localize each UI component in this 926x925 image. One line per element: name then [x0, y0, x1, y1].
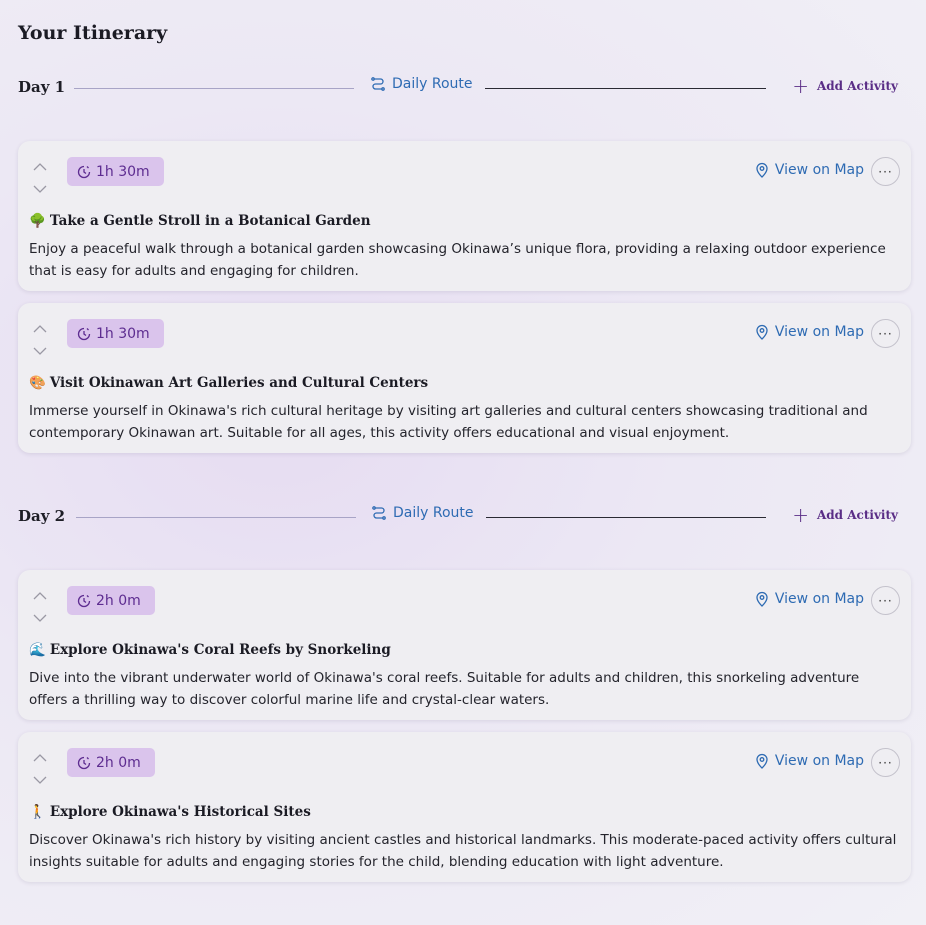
activity-title: 🌳 Take a Gentle Stroll in a Botanical Gar… — [29, 213, 371, 229]
map-pin-icon — [756, 753, 768, 769]
duration-badge: 2h 0m — [67, 586, 155, 615]
view-on-map-label: View on Map — [774, 162, 864, 178]
day-label: Day 1 — [18, 78, 66, 96]
clock-icon — [77, 327, 91, 340]
map-pin-icon — [756, 591, 768, 607]
duration-label: 2h 0m — [96, 754, 141, 771]
more-options-icon[interactable]: ··· — [871, 157, 900, 186]
activity-title: 🎨 Visit Okinawan Art Galleries and Cultur… — [29, 375, 428, 391]
duration-badge: 1h 30m — [67, 319, 164, 348]
reorder-controls — [33, 318, 49, 360]
activity-title: 🌊 Explore Okinawa's Coral Reefs by Snorke… — [29, 642, 391, 658]
route-icon — [371, 77, 385, 91]
activity-card: 2h 0m View on Map ··· 🚶 Explore Okinawa's… — [18, 732, 911, 882]
view-on-map-label: View on Map — [774, 753, 864, 769]
divider — [76, 517, 356, 518]
activity-title: 🚶 Explore Okinawa's Historical Sites — [29, 804, 311, 820]
chevron-up-icon[interactable] — [33, 747, 49, 766]
activity-description: Dive into the vibrant underwater world o… — [29, 670, 860, 708]
route-icon — [372, 506, 386, 520]
chevron-up-icon[interactable] — [33, 156, 49, 175]
daily-route-label: Daily Route — [393, 505, 474, 521]
reorder-controls — [33, 585, 49, 627]
plus-icon: + — [792, 503, 809, 527]
activity-card: 1h 30m View on Map ··· 🎨 Visit Okinawan A… — [18, 303, 911, 453]
daily-route-label: Daily Route — [392, 76, 473, 92]
add-activity-button[interactable]: + Add Activity — [792, 505, 898, 525]
more-options-icon[interactable]: ··· — [871, 319, 900, 348]
duration-label: 1h 30m — [96, 325, 150, 342]
map-pin-icon — [756, 162, 768, 178]
day-label: Day 2 — [18, 507, 66, 525]
chevron-down-icon[interactable] — [33, 341, 49, 360]
activity-title-text: Take a Gentle Stroll in a Botanical Gard… — [49, 213, 371, 229]
palette-icon: 🎨 — [29, 375, 46, 391]
day-header: Day 1 Daily Route + Add Activity — [18, 76, 898, 100]
view-on-map-link[interactable]: View on Map — [755, 591, 864, 607]
activity-title-text: Visit Okinawan Art Galleries and Cultura… — [49, 375, 429, 391]
daily-route-link[interactable]: Daily Route — [370, 76, 473, 92]
activity-title-text: Explore Okinawa's Historical Sites — [49, 804, 311, 820]
divider — [486, 517, 766, 518]
add-activity-label: Add Activity — [816, 79, 898, 93]
activity-title-text: Explore Okinawa's Coral Reefs by Snorkel… — [49, 642, 391, 658]
activity-card: 1h 30m View on Map ··· 🌳 Take a Gentle St… — [18, 141, 911, 291]
view-on-map-link[interactable]: View on Map — [755, 324, 864, 340]
wave-icon: 🌊 — [29, 642, 46, 658]
more-options-icon[interactable]: ··· — [871, 748, 900, 777]
activity-description: Immerse yourself in Okinawa's rich cultu… — [29, 403, 868, 441]
duration-badge: 1h 30m — [67, 157, 164, 186]
view-on-map-label: View on Map — [774, 324, 864, 340]
activity-description: Discover Okinawa's rich history by visit… — [29, 832, 897, 870]
divider — [485, 88, 766, 89]
view-on-map-link[interactable]: View on Map — [755, 162, 864, 178]
walking-person-icon: 🚶 — [29, 804, 46, 820]
add-activity-label: Add Activity — [816, 508, 898, 522]
activity-description: Enjoy a peaceful walk through a botanica… — [29, 241, 886, 279]
day-header: Day 2 Daily Route + Add Activity — [18, 505, 898, 529]
reorder-controls — [33, 156, 49, 198]
clock-icon — [77, 594, 91, 607]
map-pin-icon — [756, 324, 768, 340]
plus-icon: + — [792, 74, 809, 98]
more-options-icon[interactable]: ··· — [871, 586, 900, 615]
activity-card: 2h 0m View on Map ··· 🌊 Explore Okinawa's… — [18, 570, 911, 720]
chevron-down-icon[interactable] — [33, 608, 49, 627]
view-on-map-link[interactable]: View on Map — [755, 753, 864, 769]
duration-badge: 2h 0m — [67, 748, 155, 777]
divider — [74, 88, 354, 89]
chevron-up-icon[interactable] — [33, 318, 49, 337]
duration-label: 2h 0m — [96, 592, 141, 609]
clock-icon — [77, 756, 91, 769]
daily-route-link[interactable]: Daily Route — [371, 505, 474, 521]
clock-icon — [77, 165, 91, 178]
reorder-controls — [33, 747, 49, 789]
add-activity-button[interactable]: + Add Activity — [792, 76, 898, 96]
duration-label: 1h 30m — [96, 163, 150, 180]
view-on-map-label: View on Map — [774, 591, 864, 607]
chevron-up-icon[interactable] — [33, 585, 49, 604]
chevron-down-icon[interactable] — [33, 179, 49, 198]
tree-icon: 🌳 — [29, 213, 46, 229]
chevron-down-icon[interactable] — [33, 770, 49, 789]
page-title: Your Itinerary — [18, 22, 168, 44]
